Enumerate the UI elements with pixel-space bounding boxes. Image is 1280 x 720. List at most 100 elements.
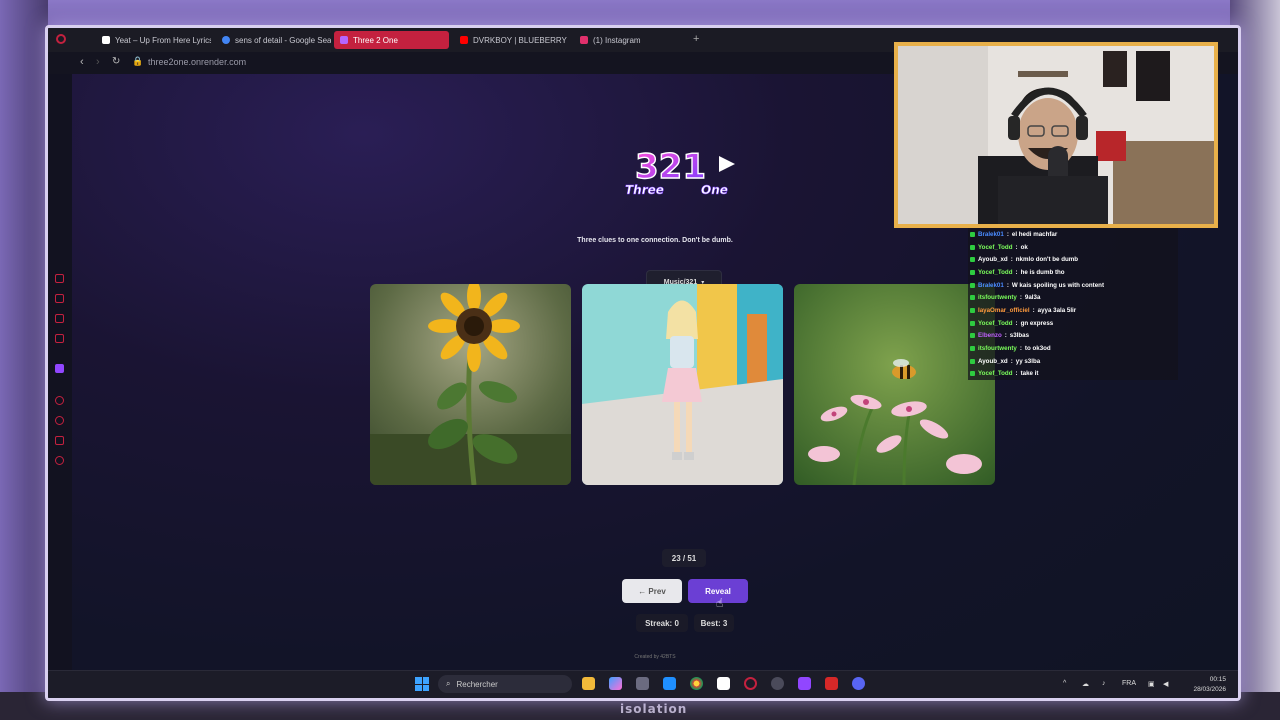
chat-username[interactable]: IayaOmar_officiel bbox=[978, 307, 1030, 314]
cloud-icon[interactable]: ☁ bbox=[1082, 680, 1089, 688]
sidebar-history-icon[interactable] bbox=[55, 396, 64, 405]
chat-username[interactable]: Elbenzo bbox=[978, 332, 1002, 339]
chat-message: itsfourtwenty: to ok3od bbox=[968, 342, 1178, 355]
copilot-icon[interactable] bbox=[609, 677, 622, 690]
chat-separator: : bbox=[1004, 332, 1007, 340]
lock-icon: 🔒 bbox=[132, 56, 144, 66]
three2one-logo: 321 Three One bbox=[625, 146, 735, 197]
chat-username[interactable]: Yocef_Todd bbox=[978, 370, 1013, 377]
chat-text: s3lbas bbox=[1009, 332, 1030, 340]
sidebar-twitch-icon[interactable] bbox=[55, 364, 64, 373]
backdrop-left-wall bbox=[0, 0, 48, 720]
chat-separator: : bbox=[1015, 268, 1018, 276]
clock-date: 28/03/2026 bbox=[1193, 686, 1226, 693]
chat-badge-icon bbox=[970, 320, 975, 326]
chat-username[interactable]: itsfourtwenty bbox=[978, 294, 1017, 301]
chat-badge-icon bbox=[970, 257, 975, 263]
chat-separator: : bbox=[1019, 294, 1022, 302]
chat-badge-icon bbox=[970, 269, 975, 275]
tab-label: Three 2 One bbox=[353, 35, 398, 45]
tab-instagram[interactable]: (1) Instagram bbox=[574, 31, 689, 49]
chat-username[interactable]: Bralek01 bbox=[978, 282, 1004, 289]
windows-start-icon[interactable] bbox=[415, 677, 429, 691]
chat-separator: : bbox=[1006, 281, 1009, 289]
sidebar-settings-icon[interactable] bbox=[55, 456, 64, 465]
chat-message: Ayoub_xd: yy s3lba bbox=[968, 355, 1178, 368]
chat-username[interactable]: Bralek01 bbox=[978, 231, 1004, 238]
chat-username[interactable]: Yocef_Todd bbox=[978, 269, 1013, 276]
chat-text: yy s3lba bbox=[1015, 357, 1041, 365]
chat-text: ayya 3ala 5lir bbox=[1037, 306, 1077, 314]
tab-label: Yeat – Up From Here Lyrics bbox=[115, 35, 211, 45]
sidebar-instagram-icon[interactable] bbox=[55, 334, 64, 343]
twitch-chat-overlay: Bralek01: el hedi machfar Yocef_Todd: ok Ayo… bbox=[968, 228, 1178, 380]
chrome-icon[interactable] bbox=[690, 677, 703, 690]
prev-button[interactable]: ← Prev bbox=[622, 579, 682, 603]
chat-text: gn express bbox=[1020, 319, 1054, 327]
network-icon[interactable]: ▣ bbox=[1148, 680, 1155, 688]
sidebar-whatsapp-icon[interactable] bbox=[55, 294, 64, 303]
chat-username[interactable]: itsfourtwenty bbox=[978, 345, 1017, 352]
notion-icon[interactable] bbox=[717, 677, 730, 690]
chat-message: itsfourtwenty:9al3a bbox=[968, 291, 1178, 304]
microphone-icon[interactable]: ♪ bbox=[1102, 680, 1106, 687]
sidebar-clock-icon[interactable] bbox=[55, 416, 64, 425]
tab-label: sens of detail - Google Search bbox=[235, 35, 331, 45]
discord-icon[interactable] bbox=[852, 677, 865, 690]
chat-message: Bralek01: el hedi machfar bbox=[968, 228, 1178, 241]
chat-separator: : bbox=[1015, 319, 1018, 327]
volume-icon[interactable]: ◀ bbox=[1163, 680, 1168, 688]
store-icon[interactable] bbox=[636, 677, 649, 690]
new-tab-button[interactable]: + bbox=[693, 33, 699, 45]
url-field[interactable]: three2one.onrender.com bbox=[148, 57, 246, 67]
chat-separator: : bbox=[1010, 357, 1013, 365]
taskbar-search-input[interactable]: ⌕ Rechercher bbox=[438, 675, 572, 693]
search-placeholder: Rechercher bbox=[456, 679, 498, 689]
chat-message: Ayoub_xd: nkmlo don't be dumb bbox=[968, 253, 1178, 266]
chat-username[interactable]: Ayoub_xd bbox=[978, 358, 1008, 365]
opera-logo-icon[interactable] bbox=[56, 34, 66, 44]
logo-word-one: One bbox=[701, 183, 728, 197]
back-arrow-icon[interactable]: ‹ bbox=[80, 56, 84, 68]
file-explorer-icon[interactable] bbox=[582, 677, 595, 690]
windows-taskbar: ⌕ Rechercher ^ ☁ ♪ FRA ▣ ◀ 00:15 28/03/2… bbox=[48, 670, 1238, 698]
chat-username[interactable]: Ayoub_xd bbox=[978, 256, 1008, 263]
forward-arrow-icon[interactable]: › bbox=[96, 56, 100, 68]
youtube-icon bbox=[460, 36, 468, 44]
reload-icon[interactable]: ↻ bbox=[112, 56, 120, 67]
chat-separator: : bbox=[1019, 345, 1022, 353]
chat-message: Yocef_Todd: take it bbox=[968, 368, 1178, 381]
clue-image-1 bbox=[370, 284, 571, 485]
chat-username[interactable]: Yocef_Todd bbox=[978, 320, 1013, 327]
filezilla-icon[interactable] bbox=[825, 677, 838, 690]
tab-yeat-lyrics[interactable]: Yeat – Up From Here Lyrics bbox=[96, 31, 211, 49]
chat-badge-icon bbox=[970, 307, 975, 313]
sunflower-image bbox=[370, 284, 571, 485]
heart-app-icon[interactable] bbox=[798, 677, 811, 690]
tab-youtube-dvrkboy[interactable]: DVRKBOY | BLUEBERRY bbox=[454, 31, 569, 49]
clock-time: 00:15 bbox=[1209, 676, 1226, 683]
tab-google-search[interactable]: sens of detail - Google Search bbox=[216, 31, 331, 49]
blonde-girl-image bbox=[582, 284, 783, 485]
chat-separator: : bbox=[1032, 306, 1035, 314]
chat-badge-icon bbox=[970, 282, 975, 288]
sidebar-messenger-icon[interactable] bbox=[55, 274, 64, 283]
language-indicator[interactable]: FRA bbox=[1122, 680, 1136, 687]
system-clock[interactable]: 00:15 28/03/2026 bbox=[1193, 675, 1226, 695]
obs-icon[interactable] bbox=[771, 677, 784, 690]
tab-three-2-one[interactable]: Three 2 One bbox=[334, 31, 449, 49]
chat-text: he is dumb tho bbox=[1020, 268, 1065, 276]
chat-text: W kais spoiling us with content bbox=[1011, 281, 1105, 289]
chat-text: ok bbox=[1020, 243, 1028, 251]
edge-icon[interactable] bbox=[663, 677, 676, 690]
chat-separator: : bbox=[1010, 256, 1013, 264]
chat-username[interactable]: Yocef_Todd bbox=[978, 244, 1013, 251]
chevron-up-icon[interactable]: ^ bbox=[1063, 680, 1066, 687]
sidebar-telegram-icon[interactable] bbox=[55, 314, 64, 323]
sidebar-heart-icon[interactable] bbox=[55, 436, 64, 445]
webcam-overlay bbox=[894, 42, 1218, 228]
question-counter: 23 / 51 bbox=[662, 549, 706, 567]
opera-gx-icon[interactable] bbox=[744, 677, 757, 690]
clue-image-3 bbox=[794, 284, 995, 485]
chat-text: nkmlo don't be dumb bbox=[1015, 256, 1079, 264]
